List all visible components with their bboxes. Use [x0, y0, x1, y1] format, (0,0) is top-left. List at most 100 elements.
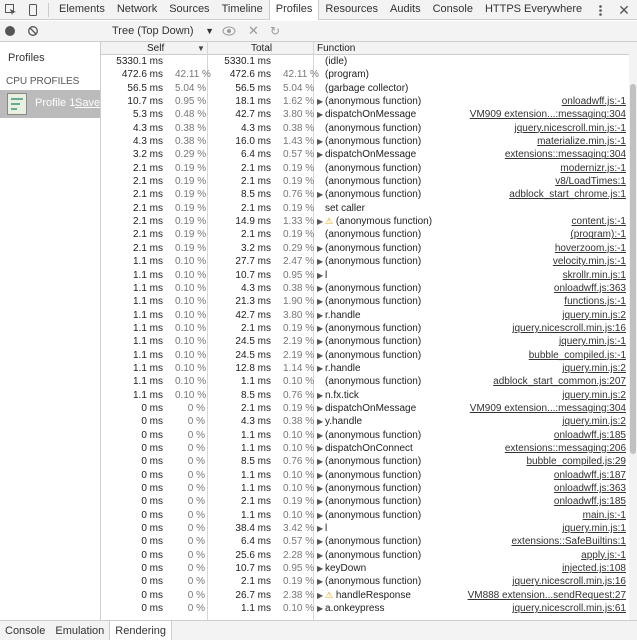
table-row[interactable]: 0 ms 0 % 25.6 ms 2.28 % ▶ (anonymous function…	[101, 549, 629, 562]
source-link[interactable]: onloadwff.js:363	[554, 482, 626, 495]
expand-triangle-icon[interactable]: ▶	[317, 295, 325, 308]
tab-network[interactable]: Network	[111, 0, 163, 19]
table-row[interactable]: 0 ms 0 % 1.1 ms 0.10 % ▶ (anonymous function)…	[101, 469, 629, 482]
source-link[interactable]: jquery.min.js:2	[562, 309, 626, 322]
table-row[interactable]: 1.1 ms 0.10 % 10.7 ms 0.95 % ▶ l skrollr.min.j…	[101, 269, 629, 282]
expand-triangle-icon[interactable]: ▶	[317, 335, 325, 348]
close-icon[interactable]: ✕	[617, 0, 631, 20]
table-row[interactable]: 0 ms 0 % 4.3 ms 0.38 % ▶ y.handle jquery.min.j…	[101, 415, 629, 428]
table-row[interactable]: 2.1 ms 0.19 % 3.2 ms 0.29 % ▶ (anonymous func…	[101, 242, 629, 255]
expand-triangle-icon[interactable]: ▶	[317, 148, 325, 161]
drawer-tab-console[interactable]: Console	[0, 621, 50, 640]
expand-triangle-icon[interactable]: ▶	[317, 495, 325, 508]
tab-timeline[interactable]: Timeline	[216, 0, 269, 19]
table-row[interactable]: 1.1 ms 0.10 % 8.5 ms 0.76 % ▶ n.fx.tick jquery…	[101, 389, 629, 402]
source-link[interactable]: hoverzoom.js:-1	[555, 242, 626, 255]
table-row[interactable]: 1.1 ms 0.10 % 1.1 ms 0.10 % (anonymous funct…	[101, 375, 629, 388]
source-link[interactable]: velocity.min.js:-1	[553, 255, 626, 268]
table-row[interactable]: 0 ms 0 % 1.1 ms 0.10 % ▶ a.onkeypress jquery.n…	[101, 602, 629, 615]
expand-triangle-icon[interactable]: ▶	[317, 135, 325, 148]
table-row[interactable]: 56.5 ms 5.04 % 56.5 ms 5.04 % (garbage colle…	[101, 82, 629, 95]
expand-triangle-icon[interactable]: ▶	[317, 282, 325, 295]
tab-sources[interactable]: Sources	[163, 0, 215, 19]
source-link[interactable]: VM909 extension...:messaging:304	[470, 108, 626, 121]
expand-triangle-icon[interactable]: ▶	[317, 482, 325, 495]
table-row[interactable]: 2.1 ms 0.19 % 2.1 ms 0.19 % (anonymous funct…	[101, 175, 629, 188]
table-row[interactable]: 1.1 ms 0.10 % 27.7 ms 2.47 % ▶ (anonymous fun…	[101, 255, 629, 268]
source-link[interactable]: bubble_compiled.js:-1	[529, 349, 626, 362]
expand-triangle-icon[interactable]: ▶	[317, 269, 325, 282]
table-row[interactable]: 0 ms 0 % 26.7 ms 2.38 % ▶ ⚠ handleResponse VM8…	[101, 589, 629, 602]
source-link[interactable]: extensions::messaging:206	[505, 442, 626, 455]
source-link[interactable]: adblock_start_chrome.js:1	[509, 188, 626, 201]
tab-resources[interactable]: Resources	[319, 0, 384, 19]
source-link[interactable]: main.js:-1	[583, 509, 626, 522]
source-link[interactable]: onloadwff.js:363	[554, 282, 626, 295]
expand-triangle-icon[interactable]: ▶	[317, 455, 325, 468]
tab-console[interactable]: Console	[427, 0, 479, 19]
expand-triangle-icon[interactable]: ▶	[317, 349, 325, 362]
table-row[interactable]: 0 ms 0 % 2.1 ms 0.19 % ▶ dispatchOnMessage VM9…	[101, 402, 629, 415]
source-link[interactable]: materialize.min.js:-1	[537, 135, 626, 148]
table-row[interactable]: 5.3 ms 0.48 % 42.7 ms 3.80 % ▶ dispatchOnMess…	[101, 108, 629, 121]
clear-icon[interactable]	[28, 26, 38, 36]
expand-triangle-icon[interactable]: ▶	[317, 242, 325, 255]
source-link[interactable]: jquery.min.js:2	[562, 389, 626, 402]
source-link[interactable]: content.js:-1	[572, 215, 626, 228]
source-link[interactable]: onloadwff.js:187	[554, 469, 626, 482]
source-link[interactable]: v8/LoadTimes:1	[555, 175, 626, 188]
source-link[interactable]: jquery.nicescroll.min.js:16	[512, 322, 626, 335]
expand-triangle-icon[interactable]: ▶	[317, 602, 325, 615]
expand-triangle-icon[interactable]: ▶	[317, 362, 325, 375]
expand-triangle-icon[interactable]: ▶	[317, 442, 325, 455]
drawer-tab-rendering[interactable]: Rendering	[109, 620, 173, 640]
table-row[interactable]: 1.1 ms 0.10 % 12.8 ms 1.14 % ▶ r.handle jquery…	[101, 362, 629, 375]
table-row[interactable]: 0 ms 0 % 38.4 ms 3.42 % ▶ l jquery.min.js:1	[101, 522, 629, 535]
record-icon[interactable]	[5, 26, 15, 36]
table-row[interactable]: 0 ms 0 % 1.1 ms 0.10 % ▶ dispatchOnConnect ext…	[101, 442, 629, 455]
source-link[interactable]: bubble_compiled.js:29	[526, 455, 626, 468]
source-link[interactable]: modernizr.js:-1	[560, 162, 626, 175]
source-link[interactable]: onloadwff.js:185	[554, 429, 626, 442]
tab-https-everywhere[interactable]: HTTPS Everywhere	[479, 0, 588, 19]
source-link[interactable]: jquery.nicescroll.min.js:-1	[514, 122, 626, 135]
drawer-tab-emulation[interactable]: Emulation	[50, 621, 109, 640]
table-row[interactable]: 2.1 ms 0.19 % 2.1 ms 0.19 % set caller	[101, 202, 629, 215]
source-link[interactable]: extensions::SafeBuiltins:1	[511, 535, 626, 548]
tab-profiles[interactable]: Profiles	[268, 0, 320, 20]
source-link[interactable]: jquery.min.js:-1	[559, 335, 626, 348]
table-row[interactable]: 1.1 ms 0.10 % 24.5 ms 2.19 % ▶ (anonymous fun…	[101, 335, 629, 348]
table-row[interactable]: 0 ms 0 % 8.5 ms 0.76 % ▶ (anonymous function)…	[101, 455, 629, 468]
table-row[interactable]: 0 ms 0 % 2.1 ms 0.19 % ▶ (anonymous function)…	[101, 495, 629, 508]
table-row[interactable]: 2.1 ms 0.19 % 2.1 ms 0.19 % (anonymous funct…	[101, 162, 629, 175]
expand-triangle-icon[interactable]: ▶	[317, 575, 325, 588]
expand-triangle-icon[interactable]: ▶	[317, 469, 325, 482]
table-row[interactable]: 0 ms 0 % 10.7 ms 0.95 % ▶ keyDown injected.js:…	[101, 562, 629, 575]
source-link[interactable]: onloadwff.js:-1	[562, 95, 626, 108]
source-link[interactable]: jquery.nicescroll.min.js:61	[512, 602, 626, 615]
table-row[interactable]: 0 ms 0 % 1.1 ms 0.10 % ▶ (anonymous function)…	[101, 429, 629, 442]
expand-triangle-icon[interactable]: ▶	[317, 188, 325, 201]
table-row[interactable]: 472.6 ms 42.11 % 472.6 ms 42.11 % (program)	[101, 68, 629, 81]
expand-triangle-icon[interactable]: ▶	[317, 415, 325, 428]
table-row[interactable]: 2.1 ms 0.19 % 14.9 ms 1.33 % ▶ ⚠ (anonymous f…	[101, 215, 629, 228]
table-row[interactable]: 1.1 ms 0.10 % 24.5 ms 2.19 % ▶ (anonymous fun…	[101, 349, 629, 362]
function-column-header[interactable]: Function	[317, 42, 355, 55]
expand-triangle-icon[interactable]: ▶	[317, 309, 325, 322]
vertical-scrollbar[interactable]	[629, 54, 637, 620]
source-link[interactable]: functions.js:-1	[564, 295, 626, 308]
table-row[interactable]: 4.3 ms 0.38 % 16.0 ms 1.43 % ▶ (anonymous fun…	[101, 135, 629, 148]
table-row[interactable]: 2.1 ms 0.19 % 8.5 ms 0.76 % ▶ (anonymous func…	[101, 188, 629, 201]
self-column-header[interactable]: Self	[147, 42, 164, 55]
source-link[interactable]: injected.js:108	[562, 562, 626, 575]
total-column-header[interactable]: Total	[251, 42, 272, 55]
expand-triangle-icon[interactable]: ▶	[317, 535, 325, 548]
expand-triangle-icon[interactable]: ▶	[317, 255, 325, 268]
source-link[interactable]: jquery.min.js:1	[562, 522, 626, 535]
tab-elements[interactable]: Elements	[53, 0, 111, 19]
source-link[interactable]: jquery.nicescroll.min.js:16	[512, 575, 626, 588]
device-mode-icon[interactable]	[22, 0, 44, 20]
table-row[interactable]: 1.1 ms 0.10 % 2.1 ms 0.19 % ▶ (anonymous func…	[101, 322, 629, 335]
expand-triangle-icon[interactable]: ▶	[317, 509, 325, 522]
table-row[interactable]: 1.1 ms 0.10 % 21.3 ms 1.90 % ▶ (anonymous fun…	[101, 295, 629, 308]
